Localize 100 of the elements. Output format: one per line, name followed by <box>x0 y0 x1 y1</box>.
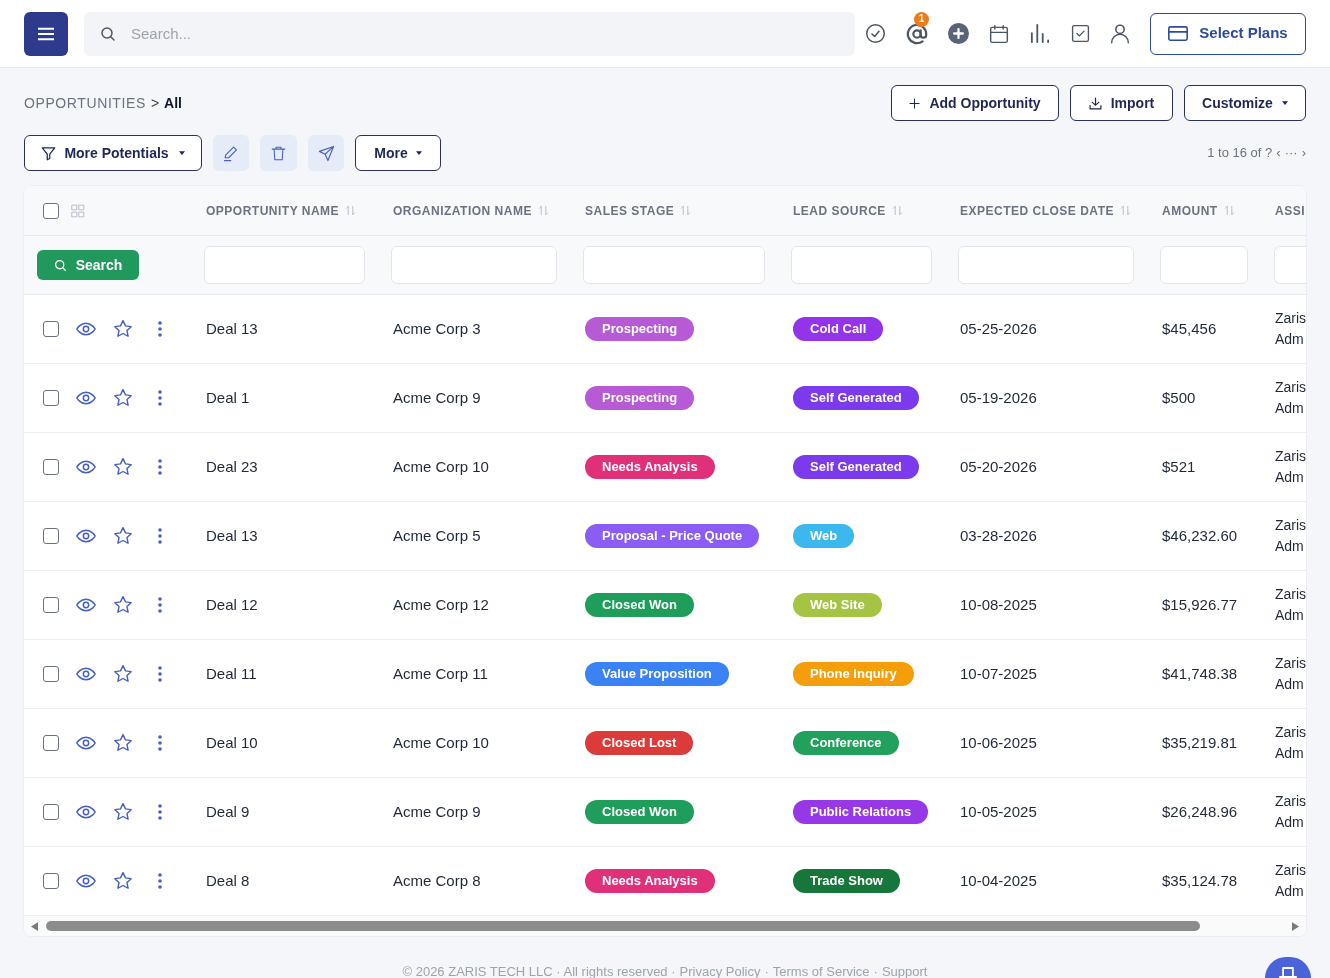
sales-stage-badge: Prospecting <box>585 386 695 410</box>
checkbox[interactable] <box>43 202 59 219</box>
star-icon[interactable] <box>113 457 133 477</box>
filter-input[interactable] <box>1160 246 1248 284</box>
star-icon[interactable] <box>113 526 133 546</box>
search-icon <box>100 25 116 42</box>
column-header[interactable]: SALES STAGE <box>585 201 675 220</box>
star-icon[interactable] <box>113 664 133 684</box>
column-header[interactable]: ORGANIZATION NAME <box>393 201 532 220</box>
floating-action-button[interactable] <box>1265 957 1311 978</box>
opportunity-name: Deal 9 <box>206 801 250 822</box>
next-page-link[interactable]: › <box>1301 143 1306 163</box>
calendar-icon[interactable] <box>989 23 1009 44</box>
star-icon[interactable] <box>113 319 133 339</box>
sales-stage-badge: Needs Analysis <box>585 455 715 479</box>
filter-dropdown-button[interactable]: More Potentials <box>24 135 202 171</box>
checkbox[interactable] <box>43 321 59 337</box>
checkbox[interactable] <box>43 528 59 544</box>
menu-button[interactable] <box>24 11 68 56</box>
lead-source-badge: Trade Show <box>793 869 900 893</box>
star-icon[interactable] <box>113 871 133 891</box>
kebab-menu-icon[interactable] <box>158 390 162 406</box>
bar-chart-icon[interactable] <box>1029 24 1051 43</box>
assigned-user: Zaris Adm <box>1275 861 1306 901</box>
checkbox[interactable] <box>43 735 59 751</box>
opportunity-name: Deal 12 <box>206 594 258 615</box>
download-icon <box>1088 96 1102 110</box>
filter-input[interactable] <box>204 246 365 284</box>
select-plans-button[interactable]: Select Plans <box>1150 12 1306 55</box>
kebab-menu-icon[interactable] <box>158 735 162 751</box>
edit-button[interactable] <box>213 135 249 171</box>
filter-input[interactable] <box>1274 246 1306 284</box>
breadcrumb-current: All <box>164 93 182 113</box>
checkbox[interactable] <box>43 597 59 613</box>
kebab-menu-icon[interactable] <box>158 321 162 337</box>
scroll-right-arrow-icon[interactable] <box>1292 921 1299 931</box>
assigned-user: Zaris Adm <box>1275 654 1306 694</box>
star-icon[interactable] <box>113 595 133 615</box>
kebab-menu-icon[interactable] <box>158 666 162 682</box>
plus-circle-icon[interactable] <box>948 23 969 44</box>
amount: $15,926.77 <box>1162 594 1238 615</box>
action-button[interactable]: Add Opportunity <box>891 85 1059 121</box>
column-header[interactable]: ASSI <box>1275 201 1305 220</box>
column-header[interactable]: EXPECTED CLOSE DATE <box>960 201 1114 220</box>
lead-source-badge: Public Relations <box>793 800 929 824</box>
assigned-user: Zaris Adm <box>1275 723 1306 763</box>
kebab-menu-icon[interactable] <box>158 804 162 820</box>
close-date: 05-20-2026 <box>960 456 1037 477</box>
search-button[interactable]: Search <box>37 250 139 280</box>
kebab-menu-icon[interactable] <box>158 459 162 475</box>
close-date: 05-19-2026 <box>960 387 1037 408</box>
scrollbar-thumb[interactable] <box>46 921 1200 931</box>
kebab-menu-icon[interactable] <box>158 873 162 889</box>
filter-input[interactable] <box>583 246 765 284</box>
scroll-left-arrow-icon[interactable] <box>31 921 38 931</box>
action-button[interactable]: Import <box>1070 85 1173 121</box>
kebab-menu-icon[interactable] <box>158 597 162 613</box>
user-icon[interactable] <box>1110 23 1130 44</box>
at-sign-icon[interactable] <box>906 22 928 45</box>
checkbox[interactable] <box>43 873 59 889</box>
footer-link[interactable]: Terms of Service <box>772 964 870 978</box>
lead-source-badge: Web Site <box>793 593 882 617</box>
checkbox[interactable] <box>43 666 59 682</box>
send-button[interactable] <box>308 135 344 171</box>
filter-input[interactable] <box>391 246 557 284</box>
filter-input[interactable] <box>791 246 932 284</box>
organization-name: Acme Corp 12 <box>393 594 489 615</box>
star-icon[interactable] <box>113 802 133 822</box>
more-dropdown-button[interactable]: More <box>355 135 441 171</box>
search-field[interactable]: Search... <box>84 11 855 56</box>
lead-source-badge: Phone Inquiry <box>793 662 914 686</box>
previous-page-link[interactable]: ‹ <box>1276 143 1281 163</box>
check-circle-icon[interactable] <box>865 23 886 44</box>
sales-stage-badge: Proposal - Price Quote <box>585 524 760 548</box>
column-header[interactable]: AMOUNT <box>1162 201 1218 220</box>
kebab-menu-icon[interactable] <box>158 528 162 544</box>
column-header[interactable]: LEAD SOURCE <box>793 201 886 220</box>
amount: $45,456 <box>1162 318 1217 339</box>
star-icon[interactable] <box>113 388 133 408</box>
checkbox-square-icon[interactable] <box>1071 24 1090 43</box>
checkbox[interactable] <box>43 459 59 475</box>
assigned-user: Zaris Adm <box>1275 585 1306 625</box>
action-button[interactable]: Customize <box>1184 85 1306 121</box>
delete-button[interactable] <box>260 135 297 171</box>
assigned-user: Zaris Adm <box>1275 309 1306 349</box>
checkbox[interactable] <box>43 804 59 820</box>
footer-link[interactable]: Support <box>881 964 928 978</box>
star-icon[interactable] <box>113 733 133 753</box>
breadcrumb-link[interactable]: OPPORTUNITIES <box>24 92 146 114</box>
horizontal-scrollbar[interactable] <box>24 916 1306 936</box>
checkbox[interactable] <box>43 390 59 406</box>
footer-link[interactable]: Privacy Policy <box>679 964 761 978</box>
amount: $46,232.60 <box>1162 525 1238 546</box>
close-date: 10-06-2025 <box>960 732 1037 753</box>
sales-stage-badge: Needs Analysis <box>585 869 715 893</box>
sales-stage-badge: Value Proposition <box>585 662 729 686</box>
close-date: 10-04-2025 <box>960 870 1037 891</box>
column-header[interactable]: OPPORTUNITY NAME <box>206 201 340 220</box>
organization-name: Acme Corp 9 <box>393 387 481 408</box>
filter-input[interactable] <box>958 246 1134 284</box>
